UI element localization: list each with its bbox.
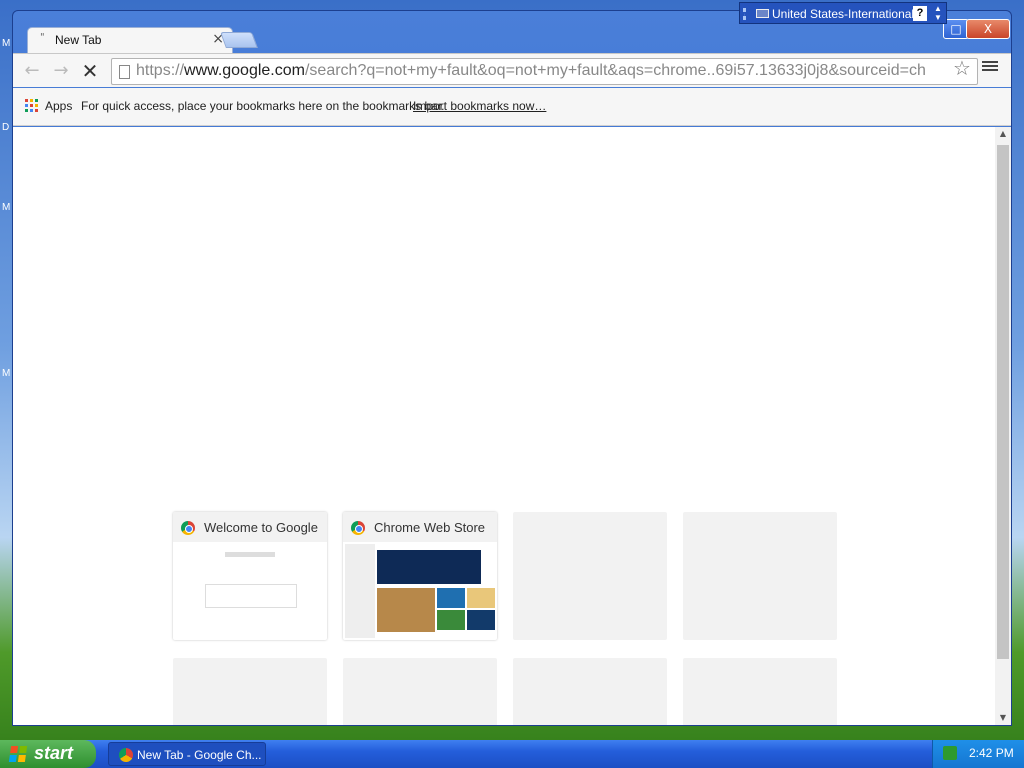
- apps-shortcut[interactable]: Apps: [45, 99, 72, 113]
- tile-thumbnail: [175, 544, 325, 638]
- help-icon[interactable]: ?: [913, 6, 927, 21]
- scroll-up-icon[interactable]: ▲: [995, 127, 1011, 141]
- import-bookmarks-link[interactable]: Import bookmarks now…: [413, 99, 546, 113]
- forward-button[interactable]: →: [50, 60, 72, 82]
- close-window-button[interactable]: X: [966, 19, 1010, 39]
- desktop-icon-label: M: [2, 368, 11, 379]
- web-store-favicon-icon: [351, 521, 365, 535]
- empty-tile: [683, 658, 837, 725]
- apps-grid-icon[interactable]: [25, 99, 38, 112]
- url-path: /search?q=not+my+fault&oq=not+my+fault&a…: [304, 62, 926, 79]
- desktop-icon-label: M: [2, 38, 11, 49]
- stop-loading-button[interactable]: ✕: [79, 60, 101, 82]
- input-language[interactable]: United States-International: [772, 7, 914, 21]
- grip-handle-icon[interactable]: [743, 8, 746, 20]
- bookmark-star-icon[interactable]: ☆: [953, 56, 971, 80]
- taskbar-item-chrome[interactable]: New Tab - Google Ch...: [108, 742, 266, 766]
- bookmarks-bar: Apps For quick access, place your bookma…: [13, 88, 1011, 126]
- windows-logo-icon: [8, 746, 28, 762]
- browser-toolbar: ← → ✕ https://www.google.com/search?q=no…: [13, 53, 1011, 87]
- tile-title: Chrome Web Store: [374, 520, 486, 535]
- start-button[interactable]: start: [0, 740, 96, 768]
- desktop-icon-label: M: [2, 202, 11, 213]
- page-icon: [119, 65, 130, 79]
- language-bar[interactable]: United States-International ? ▲ ▼: [739, 2, 947, 24]
- chrome-favicon-icon: [181, 521, 195, 535]
- clock[interactable]: 2:42 PM: [969, 746, 1014, 760]
- scroll-down-icon[interactable]: ▼: [995, 711, 1011, 725]
- empty-tile: [513, 512, 667, 640]
- empty-tile: [683, 512, 837, 640]
- empty-tile: [173, 658, 327, 725]
- vertical-scrollbar[interactable]: ▲ ▼: [995, 127, 1011, 725]
- tab-title: New Tab: [55, 33, 102, 47]
- bookmarks-hint: For quick access, place your bookmarks h…: [81, 99, 445, 113]
- empty-tile: [343, 658, 497, 725]
- taskbar-item-label: New Tab - Google Ch...: [137, 748, 262, 762]
- keyboard-icon: [756, 9, 769, 18]
- taskbar: start New Tab - Google Ch... 2:42 PM: [0, 740, 1024, 768]
- tile-thumbnail: [345, 544, 495, 638]
- chrome-icon: [119, 748, 133, 762]
- tile-title: Welcome to Google Chrome: [204, 520, 322, 535]
- tab-favicon-icon: ": [40, 32, 45, 43]
- options-arrow-icon[interactable]: ▲ ▼: [934, 4, 942, 22]
- most-visited-tile[interactable]: Chrome Web Store: [343, 512, 497, 640]
- chrome-menu-icon[interactable]: [982, 59, 998, 75]
- most-visited-tile[interactable]: Welcome to Google Chrome: [173, 512, 327, 640]
- new-tab-page: Welcome to Google Chrome Chrome Web Stor…: [13, 127, 1011, 725]
- address-bar[interactable]: https://www.google.com/search?q=not+my+f…: [111, 58, 978, 85]
- desktop-icon-label: D: [2, 122, 10, 133]
- empty-tile: [513, 658, 667, 725]
- back-button[interactable]: ←: [21, 60, 43, 82]
- network-icon[interactable]: [943, 746, 957, 760]
- start-label: start: [34, 743, 74, 763]
- url-host: www.google.com: [184, 62, 305, 79]
- tab-new-tab[interactable]: " New Tab ×: [27, 27, 233, 53]
- scroll-thumb[interactable]: [997, 145, 1009, 659]
- url-prefix: https://: [136, 62, 185, 79]
- system-tray: 2:42 PM: [932, 740, 1024, 768]
- url-text: https://www.google.com/search?q=not+my+f…: [136, 62, 926, 80]
- new-tab-button[interactable]: [220, 32, 258, 48]
- chrome-window: " New Tab × □ X ← → ✕ https://www.google…: [12, 10, 1012, 726]
